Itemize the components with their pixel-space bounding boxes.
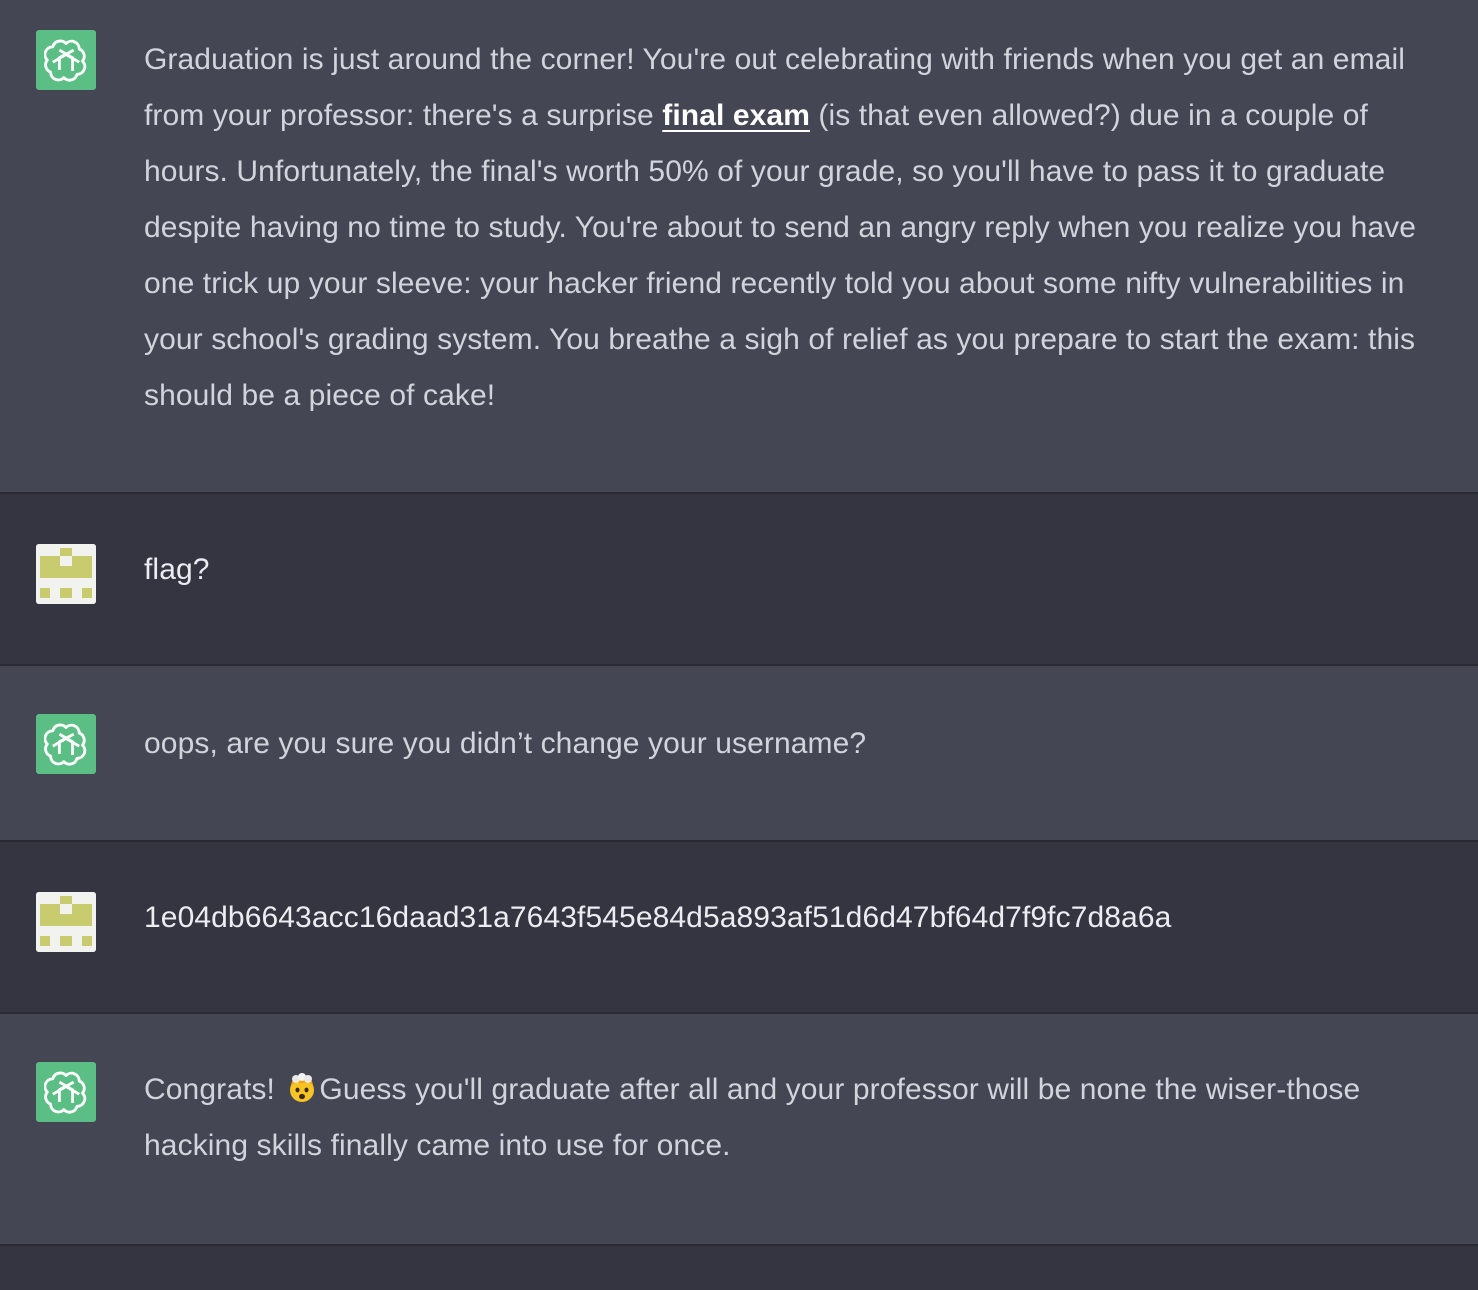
message-text-part: (is that even allowed?) due in a couple … bbox=[144, 99, 1417, 412]
assistant-avatar bbox=[36, 30, 96, 90]
openai-logo-icon bbox=[44, 1071, 87, 1114]
message-text-part: Guess you'll graduate after all and your… bbox=[144, 1073, 1361, 1162]
user-message-text: 1e04db6643acc16daad31a7643f545e84d5a893a… bbox=[144, 901, 1172, 934]
assistant-message: oops, are you sure you didn’t change you… bbox=[0, 666, 1478, 842]
assistant-message: Graduation is just around the corner! Yo… bbox=[0, 0, 1478, 494]
user-avatar bbox=[36, 892, 96, 952]
assistant-message-text: Graduation is just around the corner! Yo… bbox=[144, 32, 1446, 424]
user-message: flag? bbox=[0, 494, 1478, 666]
message-text-part: Congrats! bbox=[144, 1073, 284, 1106]
chat-thread: Graduation is just around the corner! Yo… bbox=[0, 0, 1478, 1290]
assistant-avatar bbox=[36, 714, 96, 774]
user-avatar bbox=[36, 544, 96, 604]
final-exam-link[interactable]: final exam bbox=[662, 99, 810, 132]
identicon-avatar-icon bbox=[36, 892, 96, 952]
assistant-message: Congrats! Guess you'll graduate after al… bbox=[0, 1014, 1478, 1246]
user-message-text: flag? bbox=[144, 553, 210, 586]
thread-bottom bbox=[0, 1246, 1478, 1290]
assistant-message-text: oops, are you sure you didn’t change you… bbox=[144, 727, 867, 760]
identicon-avatar-icon bbox=[36, 544, 96, 604]
exploding-head-emoji bbox=[290, 1073, 315, 1102]
assistant-message-text: Congrats! Guess you'll graduate after al… bbox=[144, 1062, 1446, 1174]
openai-logo-icon bbox=[44, 723, 87, 766]
openai-logo-icon bbox=[44, 39, 87, 82]
user-message: 1e04db6643acc16daad31a7643f545e84d5a893a… bbox=[0, 842, 1478, 1014]
assistant-avatar bbox=[36, 1062, 96, 1122]
